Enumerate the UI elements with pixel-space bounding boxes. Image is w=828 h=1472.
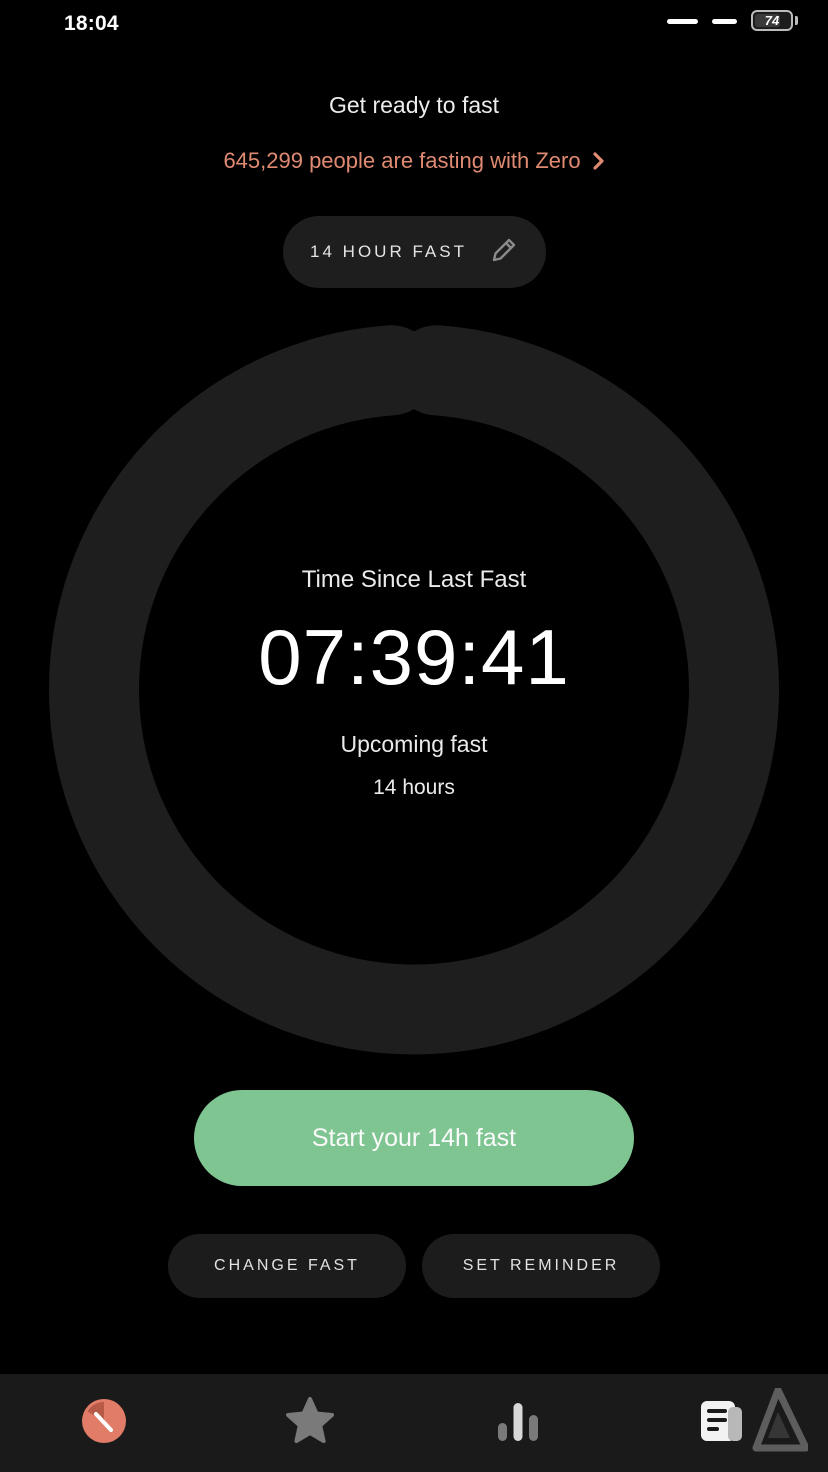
status-bar: 18:04 74	[0, 0, 828, 52]
tab-stats[interactable]	[458, 1374, 578, 1472]
tab-learn[interactable]	[250, 1374, 370, 1472]
tab-bar	[0, 1374, 828, 1472]
tab-timer[interactable]	[44, 1374, 164, 1472]
start-fast-button[interactable]: Start your 14h fast	[194, 1090, 634, 1186]
community-link[interactable]: 645,299 people are fasting with Zero	[0, 148, 828, 176]
status-time: 18:04	[64, 12, 119, 35]
articles-icon	[700, 1398, 748, 1449]
timer-icon	[81, 1398, 127, 1449]
upcoming-fast-label: Upcoming fast	[340, 731, 488, 757]
star-icon	[284, 1396, 336, 1451]
page-title: Get ready to fast	[328, 92, 500, 118]
set-reminder-button[interactable]: SET REMINDER	[422, 1234, 660, 1298]
change-fast-button[interactable]: CHANGE FAST	[168, 1234, 406, 1298]
elapsed-timer: 07:39:41	[258, 613, 570, 701]
wifi-icon	[712, 19, 737, 24]
battery-icon: 74	[751, 10, 793, 31]
timer-label: Time Since Last Fast	[301, 566, 527, 593]
upcoming-fast-duration: 14 hours	[373, 776, 455, 799]
community-text: 645,299 people are fasting with Zero	[223, 148, 581, 173]
battery-cap	[795, 16, 798, 25]
fast-type-label: 14 HOUR FAST	[310, 242, 467, 261]
watermark-logo	[752, 1388, 808, 1452]
pencil-icon[interactable]	[489, 235, 519, 270]
chevron-right-icon	[592, 150, 605, 176]
signal-icon	[667, 19, 698, 24]
stats-icon	[496, 1399, 540, 1448]
battery-level: 74	[764, 13, 780, 28]
fast-type-selector[interactable]: 14 HOUR FAST	[283, 216, 546, 288]
